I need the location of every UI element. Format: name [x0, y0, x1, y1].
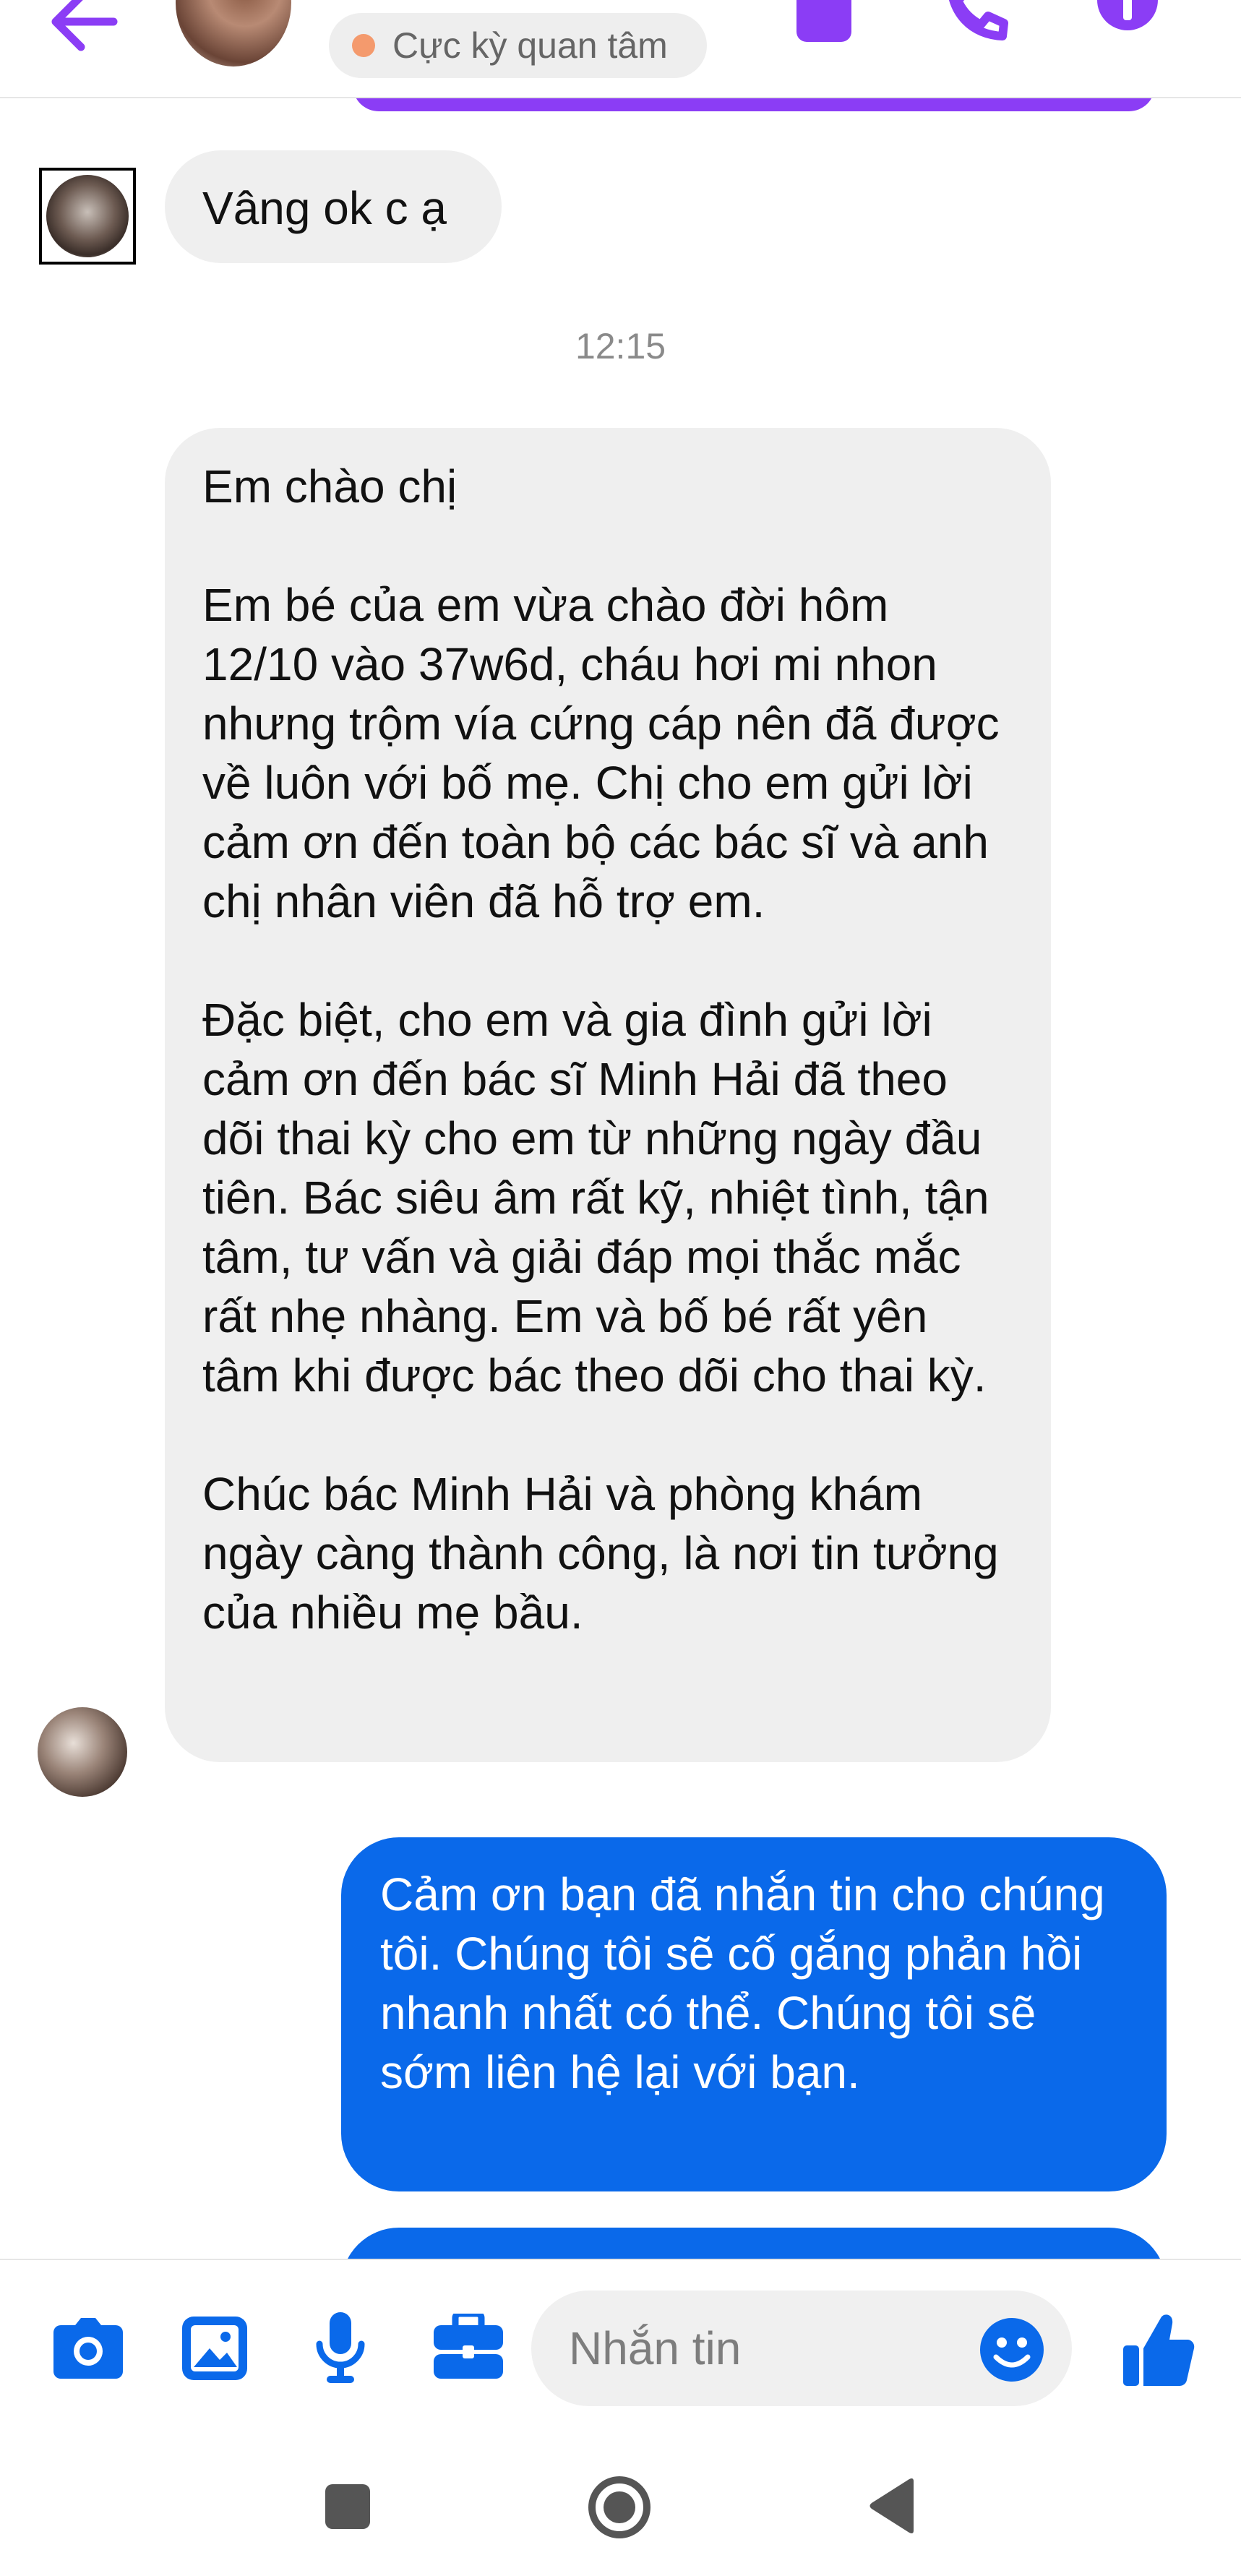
message-paragraph: Chúc bác Minh Hải và phòng khám ngày càn…: [202, 1468, 999, 1639]
message-timestamp: 12:15: [575, 326, 666, 366]
back-arrow-icon[interactable]: [45, 0, 124, 58]
contact-avatar[interactable]: [176, 0, 291, 66]
status-badge[interactable]: Cực kỳ quan tâm: [329, 13, 707, 78]
outgoing-message[interactable]: Cảm ơn bạn đã nhắn tin cho chúng tôi. Ch…: [341, 1837, 1167, 2191]
info-icon[interactable]: [1095, 0, 1160, 43]
message-paragraph: Đặc biệt, cho em và gia đình gửi lời cảm…: [202, 994, 989, 1401]
recents-icon[interactable]: [325, 2484, 370, 2533]
phone-icon[interactable]: [943, 0, 1008, 43]
microphone-icon[interactable]: [315, 2312, 366, 2388]
message-list[interactable]: Vâng ok c ạ 12:15 Em chào chị Em bé của …: [0, 101, 1241, 2259]
message-composer: [0, 2259, 1241, 2439]
briefcase-icon[interactable]: [434, 2310, 503, 2382]
video-call-icon[interactable]: [795, 0, 853, 43]
message-paragraph: Em bé của em vừa chào đời hôm 12/10 vào …: [202, 579, 1000, 927]
sender-avatar[interactable]: [38, 1707, 127, 1797]
status-label: Cực kỳ quan tâm: [392, 25, 668, 66]
camera-icon[interactable]: [53, 2318, 123, 2382]
home-icon[interactable]: [588, 2476, 651, 2543]
thumbs-up-icon[interactable]: [1123, 2311, 1195, 2390]
status-dot-icon: [352, 34, 375, 57]
back-icon[interactable]: [866, 2477, 918, 2538]
incoming-message[interactable]: Em chào chị Em bé của em vừa chào đời hô…: [165, 428, 1051, 1762]
sender-avatar[interactable]: [39, 168, 136, 265]
emoji-icon[interactable]: [980, 2318, 1044, 2385]
chat-header: Cực kỳ quan tâm: [0, 0, 1241, 98]
message-paragraph: Em chào chị: [202, 460, 458, 512]
outgoing-message[interactable]: [341, 2228, 1167, 2259]
system-navbar: [0, 2439, 1241, 2576]
gallery-icon[interactable]: [182, 2317, 247, 2384]
incoming-message[interactable]: Vâng ok c ạ: [165, 150, 502, 263]
